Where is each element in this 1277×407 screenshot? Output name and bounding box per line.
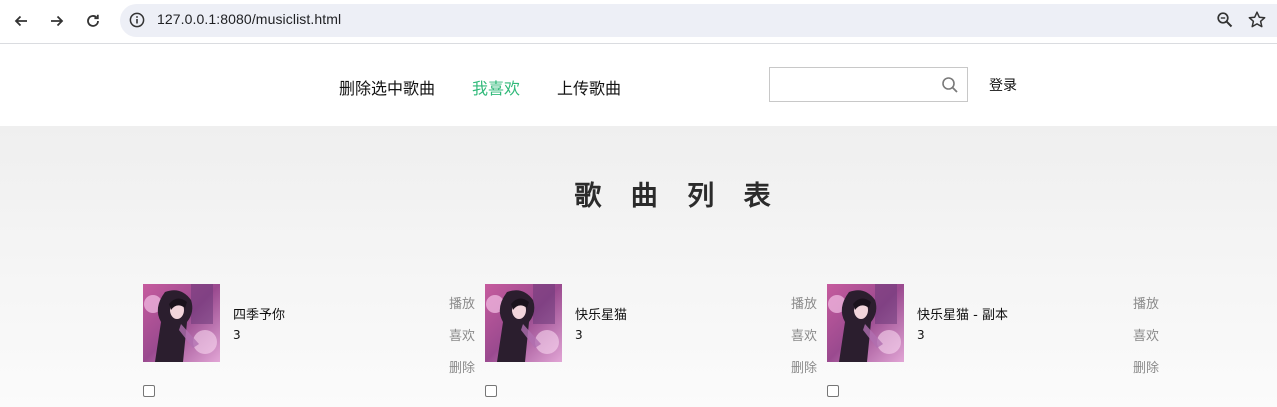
reload-icon bbox=[87, 14, 99, 27]
select-checkbox[interactable] bbox=[485, 385, 497, 397]
song-title: 快乐星猫 bbox=[575, 308, 628, 323]
arrow-left-icon bbox=[14, 15, 27, 27]
search-icon[interactable] bbox=[941, 76, 959, 94]
song-card: 快乐星猫 3 播放 喜欢 删除 bbox=[485, 284, 825, 402]
forward-button[interactable] bbox=[44, 8, 70, 34]
reload-button[interactable] bbox=[80, 8, 106, 34]
info-icon[interactable] bbox=[129, 12, 145, 28]
url-text[interactable]: 127.0.0.1:8080/musiclist.html bbox=[157, 11, 341, 27]
address-bar[interactable]: 127.0.0.1:8080/musiclist.html bbox=[120, 4, 1277, 37]
song-singer: 3 bbox=[575, 328, 583, 342]
zoom-icon[interactable] bbox=[1216, 11, 1234, 29]
like-button[interactable]: 喜欢 bbox=[1133, 325, 1159, 344]
song-title: 快乐星猫 - 副本 bbox=[917, 308, 1008, 323]
like-button[interactable]: 喜欢 bbox=[791, 325, 817, 344]
song-list-section: 歌 曲 列 表 四季予你 3 播放 喜欢 删除 快乐星猫 3 播放 喜欢 删除 … bbox=[0, 126, 1277, 407]
select-checkbox[interactable] bbox=[143, 385, 155, 397]
song-title: 四季予你 bbox=[233, 308, 286, 323]
site-header: 删除选中歌曲 我喜欢 上传歌曲 登录 bbox=[0, 45, 1277, 126]
delete-button[interactable]: 删除 bbox=[1133, 357, 1159, 376]
album-art-image bbox=[827, 284, 904, 362]
album-art-image bbox=[485, 284, 562, 362]
play-button[interactable]: 播放 bbox=[449, 293, 475, 312]
song-cover[interactable] bbox=[827, 284, 904, 362]
song-card: 四季予你 3 播放 喜欢 删除 bbox=[143, 284, 483, 402]
back-button[interactable] bbox=[8, 8, 34, 34]
song-cover[interactable] bbox=[143, 284, 220, 362]
delete-button[interactable]: 删除 bbox=[449, 357, 475, 376]
song-singer: 3 bbox=[917, 328, 925, 342]
arrow-right-icon bbox=[51, 15, 64, 27]
browser-toolbar: 127.0.0.1:8080/musiclist.html bbox=[0, 0, 1277, 44]
search-input[interactable] bbox=[770, 68, 935, 101]
song-singer: 3 bbox=[233, 328, 241, 342]
favorites-link[interactable]: 我喜欢 bbox=[472, 75, 520, 99]
like-button[interactable]: 喜欢 bbox=[449, 325, 475, 344]
bookmark-star-icon[interactable] bbox=[1247, 10, 1267, 30]
upload-song-link[interactable]: 上传歌曲 bbox=[557, 75, 621, 99]
song-cover[interactable] bbox=[485, 284, 562, 362]
delete-button[interactable]: 删除 bbox=[791, 357, 817, 376]
song-card: 快乐星猫 - 副本 3 播放 喜欢 删除 bbox=[827, 284, 1167, 402]
login-link[interactable]: 登录 bbox=[989, 75, 1017, 95]
search-box bbox=[769, 67, 968, 102]
delete-selected-link[interactable]: 删除选中歌曲 bbox=[339, 75, 435, 99]
play-button[interactable]: 播放 bbox=[791, 293, 817, 312]
select-checkbox[interactable] bbox=[827, 385, 839, 397]
album-art-image bbox=[143, 284, 220, 362]
page-title: 歌 曲 列 表 bbox=[574, 181, 781, 212]
play-button[interactable]: 播放 bbox=[1133, 293, 1159, 312]
